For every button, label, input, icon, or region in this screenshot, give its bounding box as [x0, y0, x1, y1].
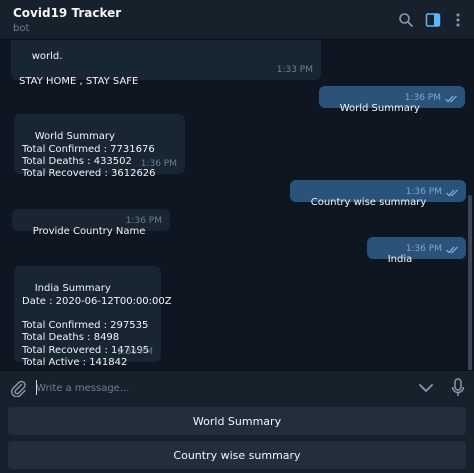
chat-header: Covid19 Tracker bot — [0, 0, 474, 40]
message-incoming[interactable]: World Summary Total Confirmed : 7731676 … — [14, 114, 185, 179]
attach-icon[interactable] — [9, 379, 27, 397]
country-wise-summary-button[interactable]: Country wise summary — [8, 441, 466, 469]
message-input[interactable] — [36, 379, 406, 397]
text-cursor — [36, 380, 37, 395]
chat-title[interactable]: Covid19 Tracker — [13, 6, 121, 20]
world-summary-button[interactable]: World Summary — [8, 407, 466, 435]
chevron-down-icon[interactable] — [418, 381, 434, 395]
search-icon[interactable] — [398, 12, 414, 28]
message-composer — [0, 370, 474, 404]
message-text: India — [387, 254, 413, 266]
message-text: Provide Country Name — [32, 226, 146, 238]
more-menu-icon[interactable] — [450, 12, 466, 28]
message-text: Country wise summary — [310, 197, 427, 209]
message-list[interactable]: world. STAY HOME , STAY SAFE 1:33 PM Wor… — [0, 40, 474, 370]
message-outgoing[interactable]: Country wise summary 1:36 PM — [290, 180, 466, 208]
double-check-icon — [446, 189, 458, 197]
message-incoming[interactable]: world. STAY HOME , STAY SAFE 1:33 PM — [11, 40, 321, 87]
scrollbar[interactable] — [468, 195, 472, 370]
microphone-icon[interactable] — [451, 378, 465, 398]
message-text: World Summary — [339, 103, 420, 115]
message-time: 1:36 PM — [404, 92, 441, 103]
message-time: 1:36 PM — [405, 186, 442, 197]
message-incoming[interactable]: Provide Country Name 1:36 PM — [12, 209, 170, 237]
message-time: 1:36 PM — [140, 158, 177, 169]
message-time: 1:36 PM — [125, 215, 162, 226]
message-text: world. STAY HOME , STAY SAFE — [19, 51, 139, 87]
message-outgoing[interactable]: World Summary 1:36 PM — [319, 86, 465, 114]
message-outgoing[interactable]: India 1:36 PM — [367, 237, 466, 265]
double-check-icon — [445, 95, 457, 103]
reply-keyboard: World Summary Country wise summary — [0, 404, 474, 473]
message-text: World Summary Total Confirmed : 7731676 … — [22, 131, 156, 180]
message-incoming[interactable]: India Summary Date : 2020-06-12T00:00:00… — [14, 266, 172, 368]
message-time: 1:33 PM — [276, 64, 313, 75]
message-time: 1:36 PM — [405, 243, 442, 254]
double-check-icon — [446, 246, 458, 254]
message-time: 1:36 PM — [116, 346, 153, 357]
chat-subtitle: bot — [13, 23, 30, 34]
sidebar-toggle-icon[interactable] — [425, 12, 441, 28]
